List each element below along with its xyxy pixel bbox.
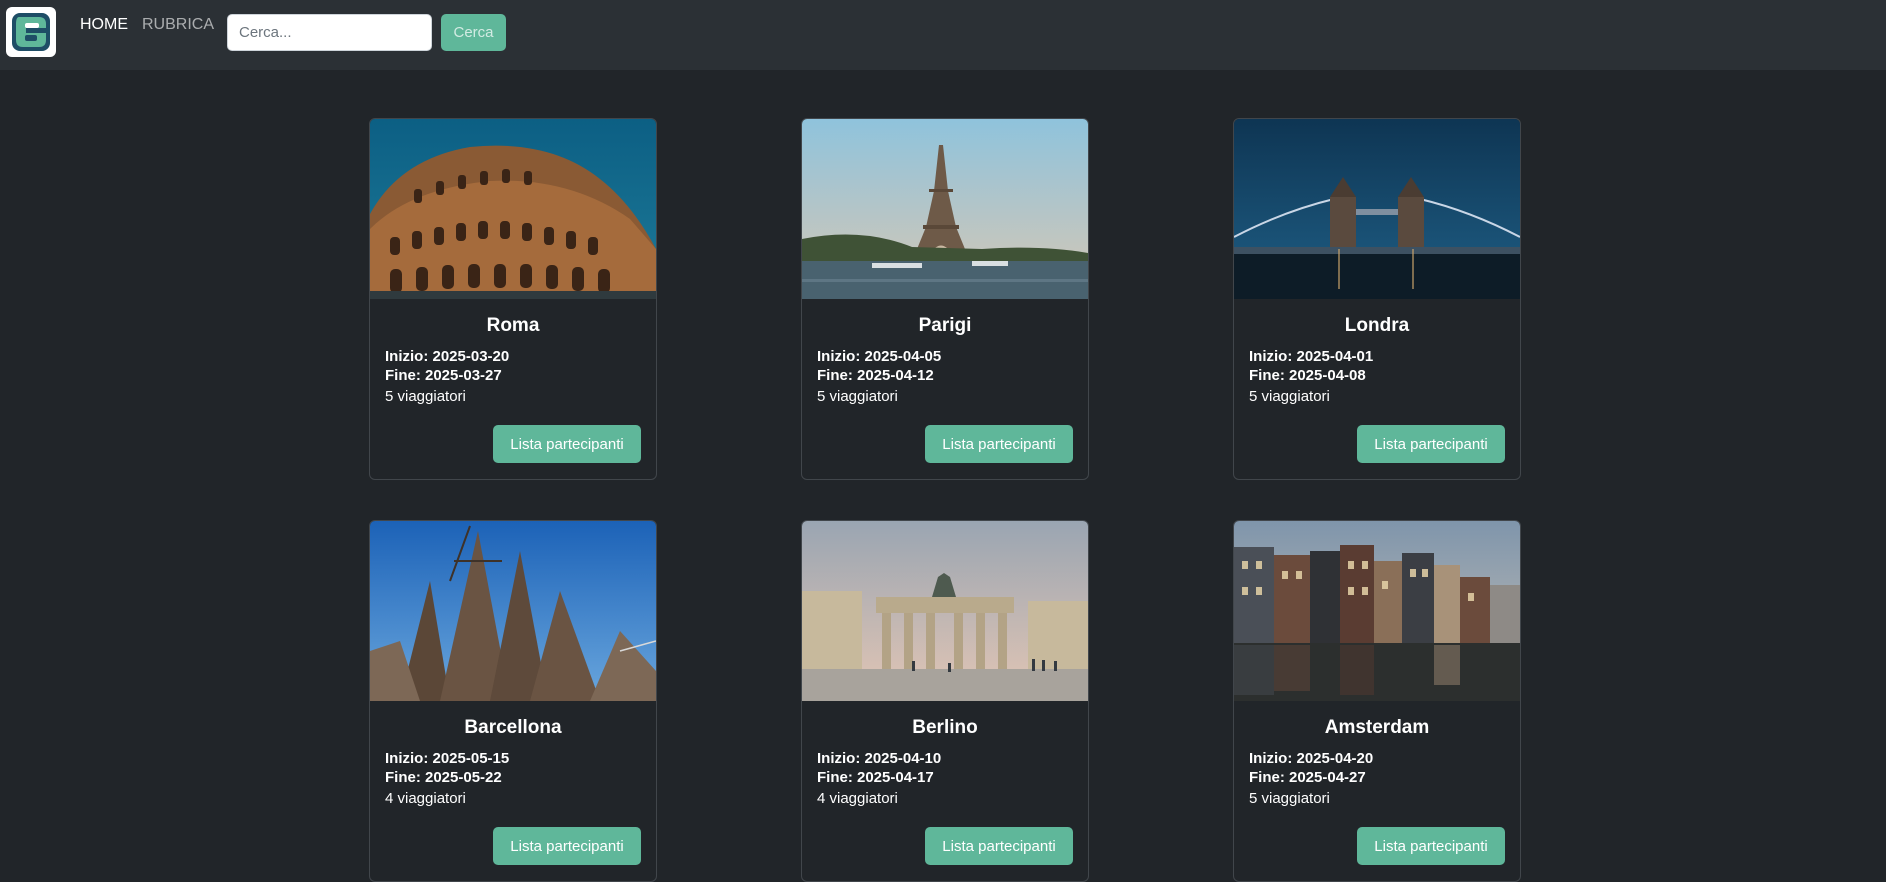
trip-start-date: Inizio: 2025-04-01: [1249, 348, 1374, 365]
trip-city: Parigi: [918, 315, 972, 336]
brandenburg-gate-photo: [802, 521, 1088, 701]
trip-travelers: 5 viaggiatori: [385, 388, 466, 405]
participants-list-button[interactable]: Lista partecipanti: [925, 425, 1073, 463]
sagrada-familia-photo: [370, 521, 656, 701]
eiffel-tower-photo: [802, 119, 1088, 299]
trip-travelers: 5 viaggiatori: [1249, 790, 1330, 807]
amsterdam-canal-houses-photo: [1234, 521, 1520, 701]
trip-start-date: Inizio: 2025-05-15: [385, 750, 510, 767]
trip-start-date: Inizio: 2025-04-20: [1249, 750, 1374, 767]
trip-end-date: Fine: 2025-04-17: [817, 769, 934, 786]
nav-link-rubrica[interactable]: RUBRICA: [142, 16, 214, 34]
trip-card-londra: Londra Inizio: 2025-04-01 Fine: 2025-04-…: [1233, 118, 1521, 480]
search-input[interactable]: [227, 14, 432, 51]
colosseum-photo: [370, 119, 656, 299]
navbar: HOME RUBRICA Cerca: [0, 0, 1886, 70]
trip-card-parigi: Parigi Inizio: 2025-04-05 Fine: 2025-04-…: [801, 118, 1089, 480]
trip-card-berlino: Berlino Inizio: 2025-04-10 Fine: 2025-04…: [801, 520, 1089, 882]
participants-list-button[interactable]: Lista partecipanti: [1357, 827, 1505, 865]
trip-city: Londra: [1344, 315, 1410, 336]
trip-end-date: Fine: 2025-04-27: [1249, 769, 1366, 786]
search-button[interactable]: Cerca: [441, 14, 506, 51]
trip-card-amsterdam: Amsterdam Inizio: 2025-04-20 Fine: 2025-…: [1233, 520, 1521, 882]
trip-city: Barcellona: [464, 717, 562, 738]
trip-end-date: Fine: 2025-04-08: [1249, 367, 1366, 384]
participants-list-button[interactable]: Lista partecipanti: [925, 827, 1073, 865]
trip-city: Amsterdam: [1324, 717, 1430, 738]
trip-end-date: Fine: 2025-05-22: [385, 769, 502, 786]
trip-travelers: 4 viaggiatori: [385, 790, 466, 807]
participants-list-button[interactable]: Lista partecipanti: [1357, 425, 1505, 463]
app-logo-icon[interactable]: [6, 7, 56, 57]
tower-bridge-photo: [1234, 119, 1520, 299]
trip-start-date: Inizio: 2025-04-05: [817, 348, 942, 365]
trip-card-roma: Roma Inizio: 2025-03-20 Fine: 2025-03-27…: [369, 118, 657, 480]
trip-travelers: 4 viaggiatori: [817, 790, 898, 807]
trip-start-date: Inizio: 2025-03-20: [385, 348, 510, 365]
trip-start-date: Inizio: 2025-04-10: [817, 750, 942, 767]
participants-list-button[interactable]: Lista partecipanti: [493, 827, 641, 865]
trip-city: Berlino: [912, 717, 978, 738]
trip-travelers: 5 viaggiatori: [1249, 388, 1330, 405]
participants-list-button[interactable]: Lista partecipanti: [493, 425, 641, 463]
trip-city: Roma: [486, 315, 540, 336]
trip-travelers: 5 viaggiatori: [817, 388, 898, 405]
trip-end-date: Fine: 2025-04-12: [817, 367, 934, 384]
trip-end-date: Fine: 2025-03-27: [385, 367, 502, 384]
nav-link-home[interactable]: HOME: [80, 16, 128, 34]
trip-card-barcellona: Barcellona Inizio: 2025-05-15 Fine: 2025…: [369, 520, 657, 882]
